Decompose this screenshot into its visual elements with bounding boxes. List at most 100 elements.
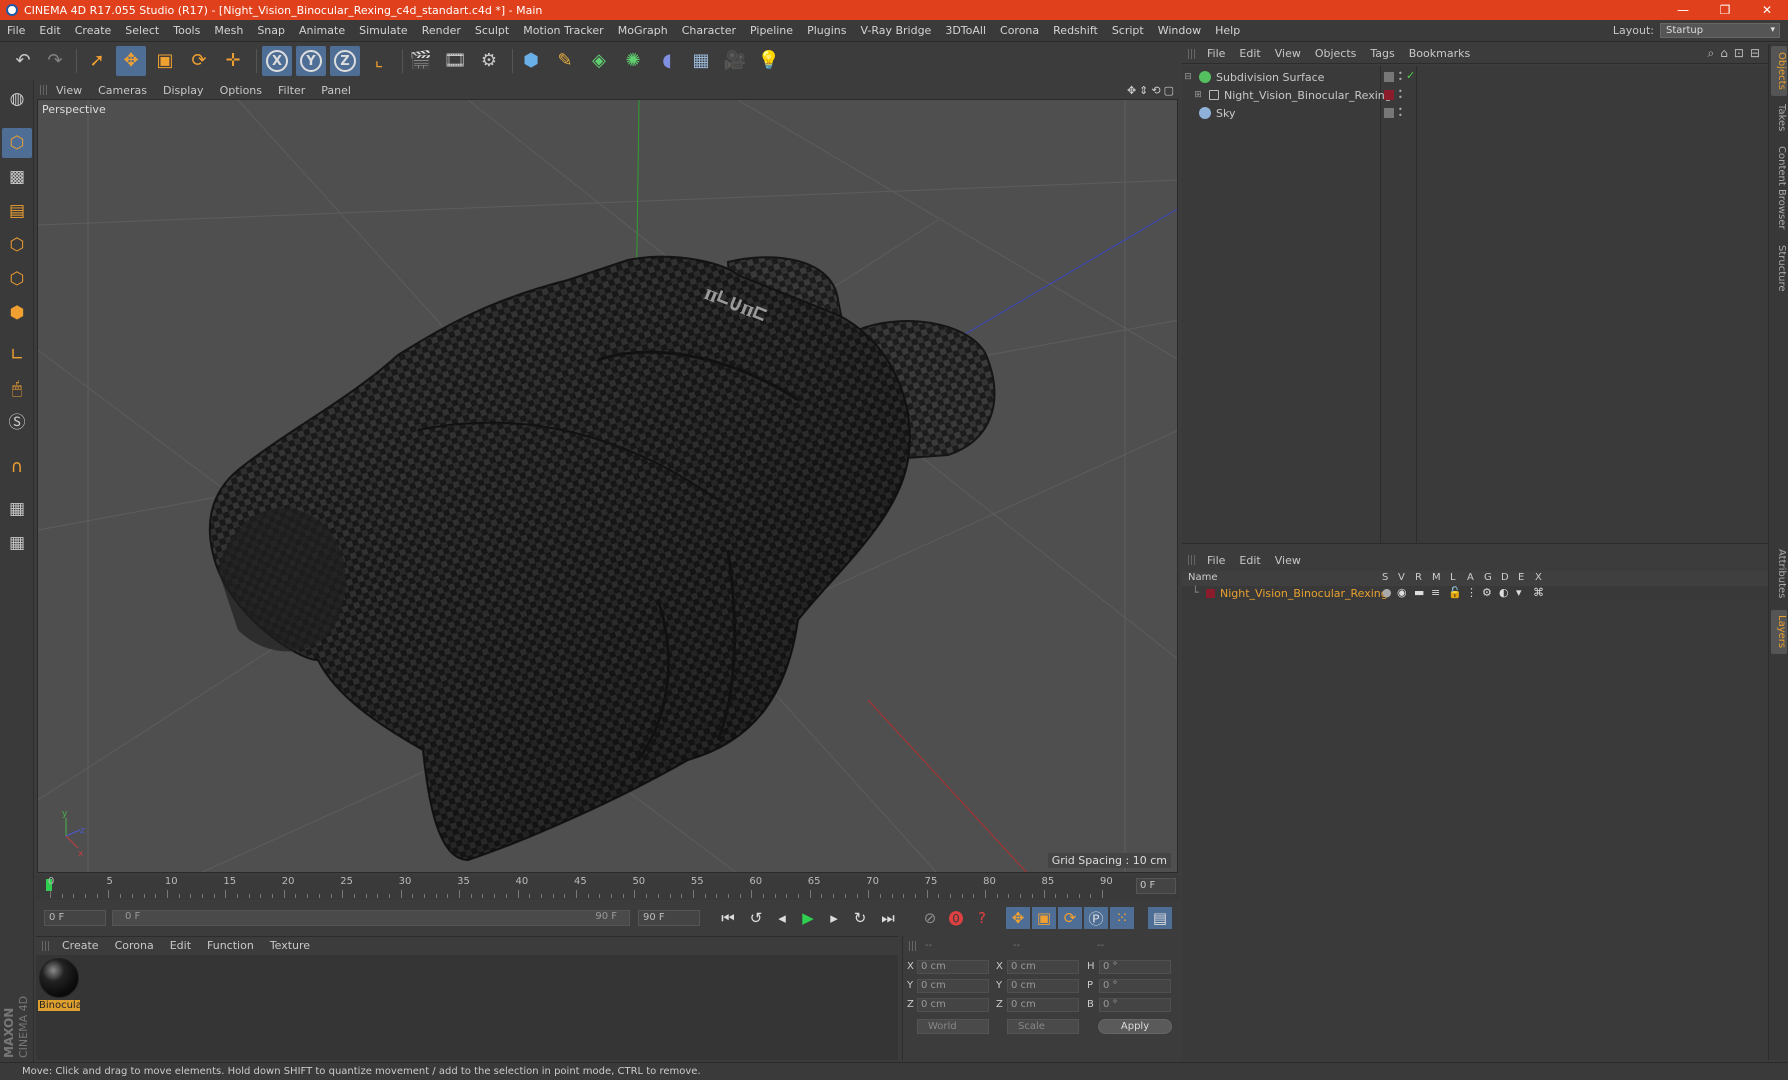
objects-menu-tags[interactable]: Tags xyxy=(1363,47,1401,60)
pan-view-icon[interactable]: ✥ xyxy=(1127,84,1136,97)
layers-menu-view[interactable]: View xyxy=(1268,554,1308,567)
tweak-mode-button[interactable]: 🖱 xyxy=(2,374,32,404)
xref-toggle-icon[interactable]: ⌘ xyxy=(1533,586,1544,599)
z-axis-lock-button[interactable]: Z xyxy=(330,46,360,76)
objects-menu-file[interactable]: File xyxy=(1200,47,1232,60)
end-frame-field[interactable]: 90 F xyxy=(638,910,700,926)
menu-plugins[interactable]: Plugins xyxy=(800,24,853,37)
magnet-button[interactable]: ∩ xyxy=(2,452,32,482)
menu-redshift[interactable]: Redshift xyxy=(1046,24,1105,37)
layer-row[interactable]: └ Night_Vision_Binocular_Rexing ● ◉ ▬ ≡ … xyxy=(1182,586,1768,602)
start-frame-field[interactable]: 0 F xyxy=(44,910,106,926)
filter-icon[interactable]: ⊡ xyxy=(1734,46,1744,61)
tab-objects[interactable]: Objects xyxy=(1771,46,1787,96)
live-selection-button[interactable]: ➚ xyxy=(82,46,112,76)
play-button[interactable]: ▶ xyxy=(796,907,820,929)
rotation-h-field[interactable]: 0 ° xyxy=(1099,960,1171,974)
menu-sculpt[interactable]: Sculpt xyxy=(468,24,516,37)
column-name[interactable]: Name xyxy=(1188,572,1218,583)
visibility-dots-icon[interactable]: • • xyxy=(1398,88,1408,102)
menu-edit[interactable]: Edit xyxy=(32,24,67,37)
previous-key-button[interactable]: ↺ xyxy=(744,907,768,929)
model-mode-button[interactable]: ⬡ xyxy=(2,128,32,158)
enabled-check-icon[interactable]: ✓ xyxy=(1406,69,1416,82)
menu-mesh[interactable]: Mesh xyxy=(207,24,250,37)
viewport-menu-display[interactable]: Display xyxy=(155,84,212,97)
material-menu-edit[interactable]: Edit xyxy=(162,939,199,952)
viewport-menu-view[interactable]: View xyxy=(48,84,90,97)
lock-toggle-icon[interactable]: 🔓 xyxy=(1448,586,1462,599)
render-toggle-icon[interactable]: ▬ xyxy=(1414,586,1424,599)
record-keys-button[interactable]: ⊘ xyxy=(918,907,942,929)
workplane-mode-button[interactable]: ▤ xyxy=(2,196,32,226)
object-row-subdivision[interactable]: ⊟ Subdivision Surface • • ✓ xyxy=(1182,68,1768,86)
tab-structure[interactable]: Structure xyxy=(1771,240,1787,296)
menu-motion-tracker[interactable]: Motion Tracker xyxy=(516,24,610,37)
lock-workplane-button[interactable]: ▦ xyxy=(2,494,32,524)
deformer-toggle-icon[interactable]: ◐ xyxy=(1499,586,1509,599)
maximize-view-icon[interactable]: ▢ xyxy=(1164,84,1174,97)
timeline-ruler[interactable]: 0 5 10 15 20 25 30 35 40 45 50 55 60 65 70 75 80 85 90 0 F xyxy=(36,876,1180,900)
layout-dropdown[interactable]: Startup xyxy=(1660,23,1780,38)
size-x-field[interactable]: 0 cm xyxy=(1007,960,1079,974)
key-position-button[interactable]: ✥ xyxy=(1006,907,1030,929)
layer-name[interactable]: Night_Vision_Binocular_Rexing xyxy=(1220,587,1388,600)
add-floor-button[interactable]: ▦ xyxy=(686,46,716,76)
column-animation[interactable]: A xyxy=(1467,572,1474,583)
size-y-field[interactable]: 0 cm xyxy=(1007,979,1079,993)
viewport-menu-filter[interactable]: Filter xyxy=(270,84,313,97)
apply-button[interactable]: Apply xyxy=(1098,1019,1172,1034)
menu-vray-bridge[interactable]: V-Ray Bridge xyxy=(853,24,938,37)
texture-mode-button[interactable]: ▩ xyxy=(2,162,32,192)
manager-toggle-icon[interactable]: ≡ xyxy=(1431,586,1440,599)
collapse-icon[interactable]: ⊟ xyxy=(1182,72,1194,82)
objects-menu-objects[interactable]: Objects xyxy=(1308,47,1364,60)
tab-attributes[interactable]: Attributes xyxy=(1771,544,1787,604)
points-mode-button[interactable]: ⬡ xyxy=(2,230,32,260)
add-subdivision-button[interactable]: ◈ xyxy=(584,46,614,76)
menu-file[interactable]: File xyxy=(0,24,32,37)
position-y-field[interactable]: 0 cm xyxy=(917,979,989,993)
rotate-tool-button[interactable]: ⟳ xyxy=(184,46,214,76)
size-z-field[interactable]: 0 cm xyxy=(1007,998,1079,1012)
material-menu-texture[interactable]: Texture xyxy=(262,939,318,952)
home-icon[interactable]: ⌂ xyxy=(1720,46,1728,61)
add-camera-button[interactable]: 🎥 xyxy=(720,46,750,76)
menu-animate[interactable]: Animate xyxy=(292,24,352,37)
material-name-label[interactable]: Binocula xyxy=(38,1000,80,1011)
next-key-button[interactable]: ↻ xyxy=(848,907,872,929)
menu-help[interactable]: Help xyxy=(1208,24,1247,37)
perspective-viewport[interactable]: ᴨ∟∪ᴨ⊏ y z x Perspective Grid Spacing : 1… xyxy=(37,99,1178,873)
render-picture-viewer-button[interactable]: 🎞 xyxy=(440,46,470,76)
menu-create[interactable]: Create xyxy=(68,24,119,37)
rotation-b-field[interactable]: 0 ° xyxy=(1099,998,1171,1012)
key-pla-button[interactable]: ⁙ xyxy=(1110,907,1134,929)
layer-color-swatch[interactable] xyxy=(1206,589,1215,598)
planar-workplane-button[interactable]: ▦ xyxy=(2,528,32,558)
add-light-button[interactable]: 💡 xyxy=(754,46,784,76)
add-spline-button[interactable]: ✎ xyxy=(550,46,580,76)
objects-menu-view[interactable]: View xyxy=(1268,47,1308,60)
move-tool-button[interactable]: ✥ xyxy=(116,46,146,76)
rotation-p-field[interactable]: 0 ° xyxy=(1099,979,1171,993)
key-rotation-button[interactable]: ⟳ xyxy=(1058,907,1082,929)
keyframe-selection-button[interactable]: ? xyxy=(970,907,994,929)
dolly-view-icon[interactable]: ⇕ xyxy=(1139,84,1148,97)
viewport-camera-label[interactable]: Perspective xyxy=(42,103,106,116)
viewport-menu-options[interactable]: Options xyxy=(212,84,270,97)
column-generators[interactable]: G xyxy=(1484,572,1492,583)
scale-tool-button[interactable]: ▣ xyxy=(150,46,180,76)
object-row-binocular[interactable]: ⊞ Night_Vision_Binocular_Rexing • • xyxy=(1182,86,1768,104)
material-menu-function[interactable]: Function xyxy=(199,939,262,952)
orbit-view-icon[interactable]: ⟲ xyxy=(1151,84,1160,97)
menu-mograph[interactable]: MoGraph xyxy=(611,24,675,37)
current-frame-field[interactable]: 0 F xyxy=(1136,878,1176,894)
menu-select[interactable]: Select xyxy=(118,24,166,37)
column-solo[interactable]: S xyxy=(1382,572,1388,583)
position-x-field[interactable]: 0 cm xyxy=(917,960,989,974)
coordinate-space-dropdown[interactable]: World xyxy=(917,1019,989,1034)
layers-menu-file[interactable]: File xyxy=(1200,554,1232,567)
make-editable-button[interactable]: ◍ xyxy=(2,84,32,114)
menu-tools[interactable]: Tools xyxy=(166,24,207,37)
expand-icon[interactable]: ⊞ xyxy=(1192,90,1204,100)
